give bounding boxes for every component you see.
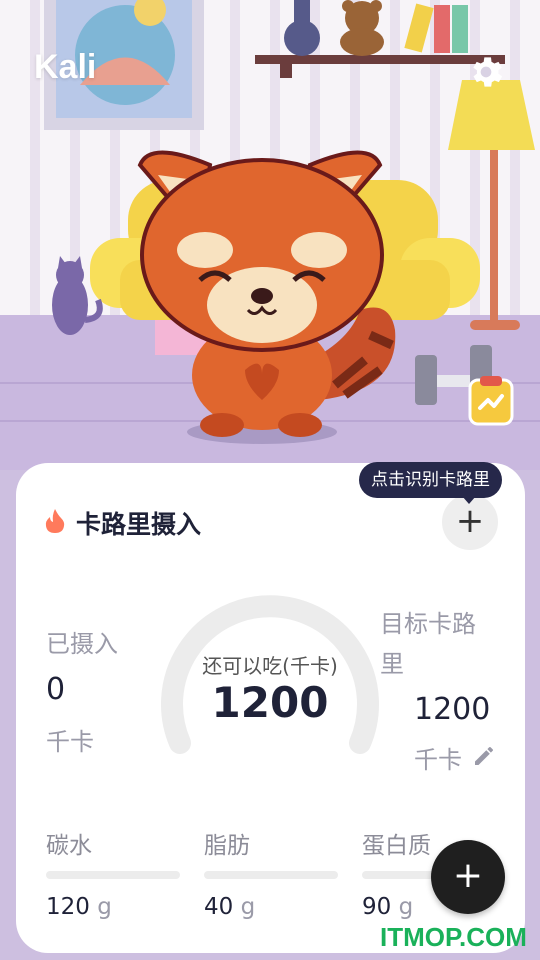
fat-value-row: 40 g <box>204 894 255 920</box>
macro-label: 蛋白质 <box>362 833 431 859</box>
protein-value-row: 90 g <box>362 894 413 920</box>
macro-fat: 脂肪 <box>204 826 250 860</box>
eaten-unit: 千卡 <box>46 728 94 756</box>
goal-label: 目标卡路里 <box>380 610 476 678</box>
eaten-label: 已摄入 <box>46 630 118 658</box>
tooltip-arrow <box>462 496 476 504</box>
macro-value: 120 <box>46 894 90 920</box>
macro-unit: g <box>398 894 414 920</box>
macro-protein: 蛋白质 <box>362 826 431 860</box>
recognize-calorie-tooltip[interactable]: 点击识别卡路里 <box>359 462 502 498</box>
clipboard-chart-icon[interactable] <box>468 374 514 426</box>
fat-progress-bar <box>204 871 338 879</box>
goal-value: 1200 <box>414 692 491 727</box>
carbs-progress-bar <box>46 871 180 879</box>
macro-label: 脂肪 <box>204 833 250 859</box>
room-scene: Kali <box>0 0 540 470</box>
watermark: ITMOP.COM <box>380 922 527 952</box>
macro-carbs: 碳水 <box>46 826 92 860</box>
eaten-value: 0 <box>46 672 66 707</box>
goal-unit: 千卡 <box>414 746 462 774</box>
macro-unit: g <box>240 894 256 920</box>
edit-pencil-icon[interactable] <box>472 744 496 768</box>
macro-value: 90 <box>362 894 392 920</box>
macro-value: 40 <box>204 894 234 920</box>
remaining-value: 1200 <box>211 678 329 727</box>
user-name: Kali <box>34 48 97 86</box>
card-title: 卡路里摄入 <box>76 510 202 539</box>
remaining-label: 还可以吃(千卡) <box>202 654 338 678</box>
macro-label: 碳水 <box>46 833 92 859</box>
macro-unit: g <box>97 894 112 920</box>
gear-icon[interactable] <box>466 52 506 92</box>
add-fab-button[interactable]: + <box>431 840 505 914</box>
fire-icon <box>44 508 66 534</box>
carbs-value-row: 120 g <box>46 894 112 920</box>
